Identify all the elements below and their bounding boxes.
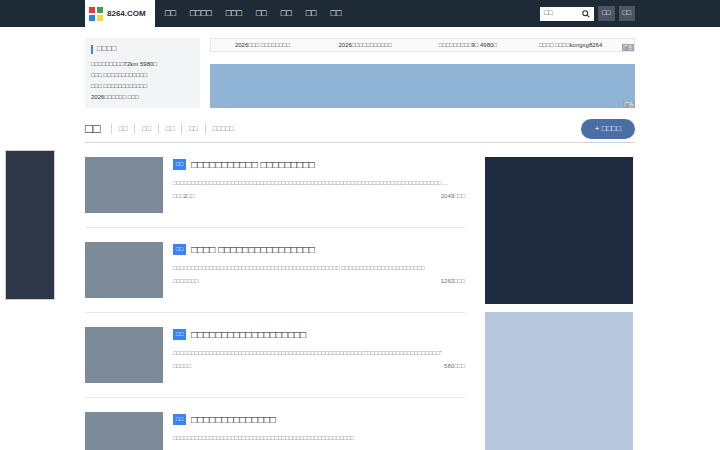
nav-item[interactable]: □□	[281, 7, 292, 21]
article-row[interactable]: □□□□□□□□□□□□□□□□□□□□□□□□□□□□□□□□□□□□□□□□…	[85, 327, 465, 398]
article-excerpt: □□□□□□□□□□□□□□□□□□□□□□□□□□□□□□□□□□□□□□□□…	[173, 433, 465, 443]
left-box: □□□□□□□□□□□□□72km 5980□□□□ □□□□□□□□□□□□□…	[85, 38, 200, 108]
box-title: □□□□	[97, 43, 116, 55]
tab-bar: □□□□□□□□□□□□□□□+ □□□□	[85, 119, 635, 143]
tab[interactable]: □□	[85, 119, 111, 139]
header-button[interactable]: □□	[619, 6, 635, 21]
article-excerpt: □□□□□□□□□□□□□□□□□□□□□□□□□□□□□□□□□□□□□□□□…	[173, 263, 465, 273]
article-author[interactable]: □□□□□	[173, 362, 191, 371]
article-title[interactable]: □□□□□□□□□□□ □□□□□□□□□	[191, 157, 315, 172]
article-title[interactable]: □□□□□□□□□□□□□□	[191, 412, 276, 427]
nav-item[interactable]: □□	[306, 7, 317, 21]
article-badge: □□	[173, 159, 186, 170]
search-icon	[582, 10, 590, 18]
article-title[interactable]: □□□□ □□□□□□□□□□□□□□□□	[191, 242, 315, 257]
ticker-item[interactable]: □□□□□□□□□9□ 4980□	[417, 41, 520, 50]
article-badge: □□	[173, 414, 186, 425]
article-author[interactable]: □□□2□□	[173, 192, 194, 201]
nav-item[interactable]: □□□	[226, 7, 242, 21]
ticker-row: 2026□□□ □□□□□□□□2026□□□□□□□□□□□□□□□□□□□□…	[210, 38, 635, 52]
post-button[interactable]: + □□□□	[581, 119, 635, 139]
article-badge: □□	[173, 329, 186, 340]
ticker-item[interactable]: 2026□□□□□□□□□□□	[314, 41, 417, 50]
logo-icon	[89, 7, 103, 21]
article-views: 2049□□□	[441, 192, 465, 201]
top-bar: 8264.COM□□□□□□□□□□□□□□□□□□□□□□□	[0, 0, 720, 27]
header-button[interactable]: □□	[598, 6, 614, 21]
ad-label: 广告	[622, 44, 634, 52]
article-row[interactable]: □□□□□□□□□□□□□□□□□□□□□□□□□□□□□□□□□□□□□□□□…	[85, 412, 465, 450]
nav-item[interactable]: □□	[256, 7, 267, 21]
ticker-item[interactable]: 2026□□□ □□□□□□□□	[211, 41, 314, 50]
article-row[interactable]: □□ □□□□□□□□□□□ □□□□□□□□□ □□□□□□□□□□□□□□□□□…	[85, 157, 465, 228]
article-row[interactable]: □□□□□□ □□□□□□□□□□□□□□□□□□□□□□□□□□□□□□□□□…	[85, 242, 465, 313]
tab[interactable]: □□□□□	[205, 124, 241, 135]
article-thumb[interactable]	[85, 412, 163, 450]
tab[interactable]: □□	[158, 124, 181, 135]
box-item[interactable]: □□□□□□□□□72km 5980□	[91, 59, 194, 70]
nav-item[interactable]: □□□□	[190, 7, 212, 21]
article-thumb[interactable]	[85, 157, 163, 213]
article-author[interactable]: □□□□□□□	[173, 277, 198, 286]
ad-label: 广告	[623, 101, 635, 109]
nav-item[interactable]: □□	[165, 7, 176, 21]
box-item[interactable]: 2026□□□□□□ □□□	[91, 92, 194, 103]
sidebar-ad[interactable]	[485, 157, 633, 304]
page: 8264.COM□□□□□□□□□□□□□□□□□□□□□□□□□□□□□□□□…	[0, 0, 720, 450]
tab[interactable]: □□	[111, 124, 134, 135]
article-title[interactable]: □□□□□□□□□□□□□□□□□□□	[191, 327, 306, 342]
sidebar-ad[interactable]	[485, 312, 633, 450]
article-excerpt: □□□□□□□□□□□□□□□□□□□□□□□□□□□□□□□□□□□□□□□□…	[173, 178, 465, 188]
nav-item[interactable]: □□	[331, 7, 342, 21]
side-ad[interactable]	[5, 150, 55, 300]
banner-ad[interactable]: 广告	[210, 64, 635, 108]
search-field[interactable]: □□	[540, 7, 594, 21]
tab[interactable]: □□	[181, 124, 204, 135]
article-views: 1263□□□	[441, 277, 465, 286]
box-item[interactable]: □□□ □□□□□□□□□□□□	[91, 81, 194, 92]
box-item[interactable]: □□□ □□□□□□□□□□□□	[91, 70, 194, 81]
logo[interactable]: 8264.COM	[85, 0, 155, 27]
article-views: 580□□□	[444, 362, 465, 371]
article-excerpt: □□□□□□□□□□□□□□□□□□□□□□□□□□□□□□□□□□□□□□□□…	[173, 348, 465, 358]
article-thumb[interactable]	[85, 242, 163, 298]
article-thumb[interactable]	[85, 327, 163, 383]
tab[interactable]: □□	[134, 124, 157, 135]
ticker-item[interactable]: □□□□ □□□□kongxg8264	[519, 41, 622, 50]
article-badge: □□	[173, 244, 186, 255]
